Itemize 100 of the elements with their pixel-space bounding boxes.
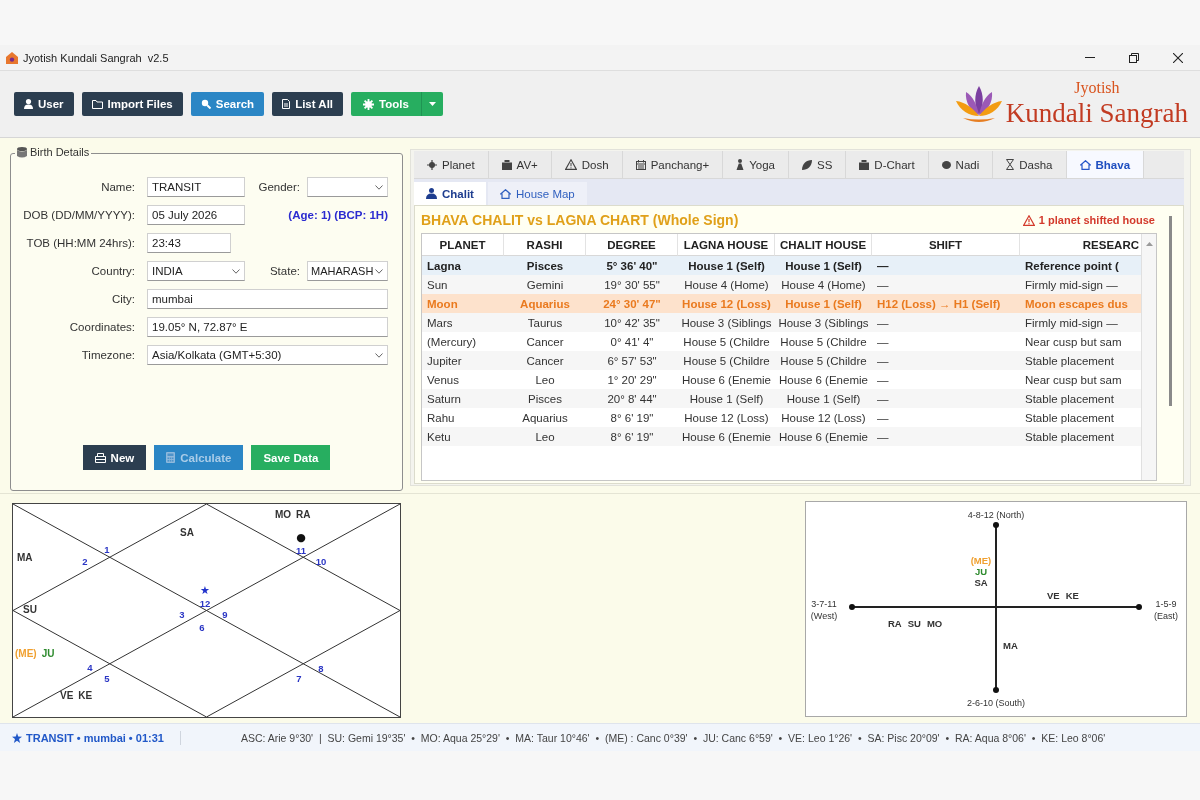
house-number: 12 xyxy=(199,598,211,609)
direction-label: 1-5-9 (East) xyxy=(1153,598,1179,622)
toolbar-button[interactable]: Import Files xyxy=(81,92,183,116)
table-cell: House 1 (Self) xyxy=(775,294,872,313)
tab[interactable]: Chalit xyxy=(414,182,486,205)
tab[interactable]: Dosh xyxy=(551,151,623,178)
tab[interactable]: Bhava xyxy=(1066,151,1145,178)
table-cell: House 5 (Childre xyxy=(775,351,872,370)
input-field[interactable]: 23:43 xyxy=(147,233,231,253)
tab[interactable]: AV+ xyxy=(488,151,552,178)
direction-label: 2-6-10 (South) xyxy=(967,697,1025,709)
tab[interactable]: House Map xyxy=(487,182,587,205)
house-number: 6 xyxy=(199,622,205,633)
document-icon xyxy=(282,99,291,109)
table-cell: — xyxy=(872,389,1020,408)
planet-label: JU xyxy=(974,566,988,577)
table-cell-text: — xyxy=(876,372,890,388)
house-number: 10 xyxy=(315,556,327,567)
planet-label: MO xyxy=(275,509,292,520)
table-cell-text: Near cusp but sam xyxy=(1024,372,1123,388)
scrollbar[interactable] xyxy=(1141,234,1156,480)
house-number: 11 xyxy=(296,545,306,556)
table-cell: Taurus xyxy=(504,313,586,332)
user-icon xyxy=(24,99,33,109)
dropdown[interactable]: Asia/Kolkata (GMT+5:30) xyxy=(147,345,388,365)
planet-label: SU xyxy=(907,618,921,629)
dropdown[interactable] xyxy=(307,177,388,197)
table-cell-text: House 6 (Enemie xyxy=(778,372,869,388)
direction-label: 3-7-11 (West) xyxy=(809,598,839,622)
table-cell: House 1 (Self) xyxy=(678,256,775,275)
tab[interactable]: Planet xyxy=(414,151,489,178)
field-label: State: xyxy=(268,265,300,277)
house-number: 4 xyxy=(87,662,93,673)
house-number: 2 xyxy=(82,556,88,567)
planet-label: MO xyxy=(926,618,943,629)
toolbar-button[interactable]: User xyxy=(14,92,74,116)
dropdown[interactable]: MAHARASH xyxy=(307,261,388,281)
planet-label: SA xyxy=(974,577,988,588)
tray-icon xyxy=(94,452,106,463)
toolbar-button[interactable]: Search xyxy=(190,92,265,116)
input-field[interactable]: mumbai xyxy=(147,289,388,309)
scrollbar-thumb[interactable] xyxy=(1168,216,1172,406)
tab[interactable]: Nadi xyxy=(928,151,994,178)
table-cell: Sun xyxy=(422,275,504,294)
tab[interactable]: SS xyxy=(789,151,847,178)
table-cell-text: — xyxy=(876,410,890,426)
tab[interactable]: Panchang+ xyxy=(622,151,724,178)
table-cell: H12 (Loss) → H1 (Self) xyxy=(872,294,1020,313)
minimize-icon xyxy=(1085,57,1095,58)
planet-label: KE xyxy=(78,690,93,701)
planet-label: VE xyxy=(1047,590,1060,601)
toolbar-button[interactable]: List All xyxy=(272,92,344,116)
field-label: TOB (HH:MM 24hrs): xyxy=(25,237,135,249)
logo-title: Kundali Sangrah xyxy=(1005,98,1188,129)
house-marker: ★ xyxy=(200,585,210,596)
table-cell: Firmly mid-sign — xyxy=(1020,313,1141,332)
table-cell: House 6 (Enemie xyxy=(775,427,872,446)
search-icon xyxy=(200,99,211,109)
table-cell: 5° 36' 40" xyxy=(586,256,678,275)
field-label: Coordinates: xyxy=(68,321,135,333)
table-cell: — xyxy=(872,427,1020,446)
panel-title: Birth Details xyxy=(30,146,90,159)
table-cell: House 1 (Self) xyxy=(775,256,872,275)
field-label: Timezone: xyxy=(80,349,135,361)
input-field[interactable]: TRANSIT xyxy=(147,177,245,197)
table-cell: House 3 (Siblings xyxy=(775,313,872,332)
planet-label: VE xyxy=(60,690,74,701)
direction-label: 4-8-12 (North) xyxy=(967,509,1025,521)
table-cell: House 3 (Siblings xyxy=(678,313,775,332)
house-icon xyxy=(6,51,18,64)
calendar-icon xyxy=(635,159,646,170)
table-cell: Ketu xyxy=(422,427,504,446)
form-button[interactable]: New xyxy=(82,445,147,470)
table-cell-text: House 5 (Childre xyxy=(682,334,771,350)
planet-label: (ME) xyxy=(970,555,992,566)
input-field[interactable]: 05 July 2026 xyxy=(147,205,245,225)
chevron-icon xyxy=(375,352,383,358)
sun-icon xyxy=(427,159,437,170)
dropdown-button[interactable] xyxy=(420,92,443,116)
field-label: DOB (DD/MM/YYYY): xyxy=(22,209,135,221)
planet-label: (ME) xyxy=(15,648,37,659)
table-cell: 24° 30' 47" xyxy=(586,294,678,313)
house-number: 3 xyxy=(179,609,185,620)
table-cell: Gemini xyxy=(504,275,586,294)
calculator-icon xyxy=(166,452,176,463)
tab[interactable]: D-Chart xyxy=(846,151,929,178)
tab[interactable]: Dasha xyxy=(993,151,1067,178)
table-cell-text: — xyxy=(876,334,890,350)
dropdown[interactable]: INDIA xyxy=(147,261,245,281)
table-cell-text: House 12 (Loss) xyxy=(683,410,770,426)
table-cell-text: House 12 (Loss) xyxy=(780,410,867,426)
folder-icon xyxy=(91,99,103,109)
table-cell: 8° 6' 19" xyxy=(586,427,678,446)
table-cell-text: Venus xyxy=(426,372,460,388)
house-marker: ● xyxy=(296,532,306,543)
table-cell: House 12 (Loss) xyxy=(678,294,775,313)
input-field[interactable]: 19.05° N, 72.87° E xyxy=(147,317,388,337)
table-cell: — xyxy=(872,275,1020,294)
tab[interactable]: Yoga xyxy=(723,151,789,178)
table-cell: Stable placement xyxy=(1020,351,1141,370)
